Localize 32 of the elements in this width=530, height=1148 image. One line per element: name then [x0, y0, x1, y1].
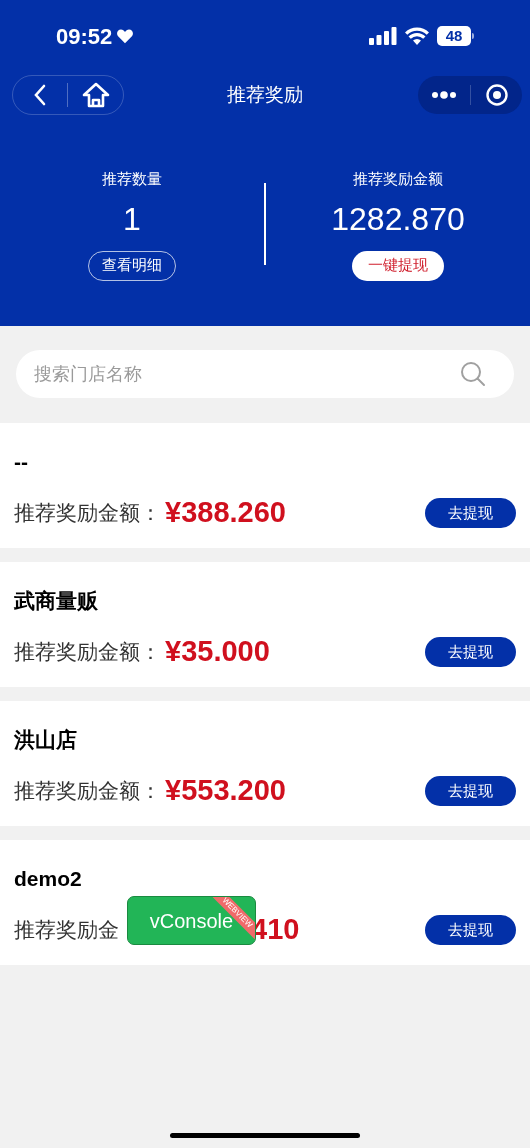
reward-amount: ¥35.000: [165, 634, 270, 669]
stat-label: 推荐奖励金额: [353, 169, 443, 189]
withdraw-button[interactable]: 去提现: [425, 914, 516, 945]
reward-label: 推荐奖励金额：: [14, 639, 161, 665]
store-name: --: [14, 449, 29, 475]
reward-label: 推荐奖励金: [14, 917, 119, 943]
reward-amount: ¥553.200: [165, 773, 286, 808]
signal-icon: [369, 27, 397, 45]
more-icon: [431, 91, 457, 99]
search-field[interactable]: 搜索门店名称: [16, 350, 514, 398]
search-icon: [460, 361, 486, 387]
withdraw-button[interactable]: 去提现: [425, 636, 516, 667]
withdraw-button[interactable]: 去提现: [425, 497, 516, 528]
clock-time: 09:52: [56, 22, 113, 51]
battery-icon: 48: [437, 26, 474, 46]
home-icon: [80, 81, 111, 109]
store-name: 洪山店: [14, 727, 78, 753]
reward-label: 推荐奖励金额：: [14, 500, 161, 526]
withdraw-all-button[interactable]: 一键提现: [352, 250, 444, 281]
reward-label: 推荐奖励金额：: [14, 778, 161, 804]
store-name: 武商量贩: [14, 588, 99, 614]
stat-label: 推荐数量: [102, 169, 162, 189]
reward-amount: ¥388.260: [165, 495, 286, 530]
stat-value: 1: [123, 200, 141, 237]
back-icon: [33, 84, 47, 106]
heart-icon: [116, 28, 135, 44]
stat-value: 1282.870: [331, 200, 465, 237]
store-name: demo2: [14, 866, 83, 892]
target-icon: [484, 83, 509, 107]
page-title: 推荐奖励: [227, 82, 303, 107]
wifi-icon: [405, 27, 429, 45]
withdraw-button[interactable]: 去提现: [425, 775, 516, 806]
